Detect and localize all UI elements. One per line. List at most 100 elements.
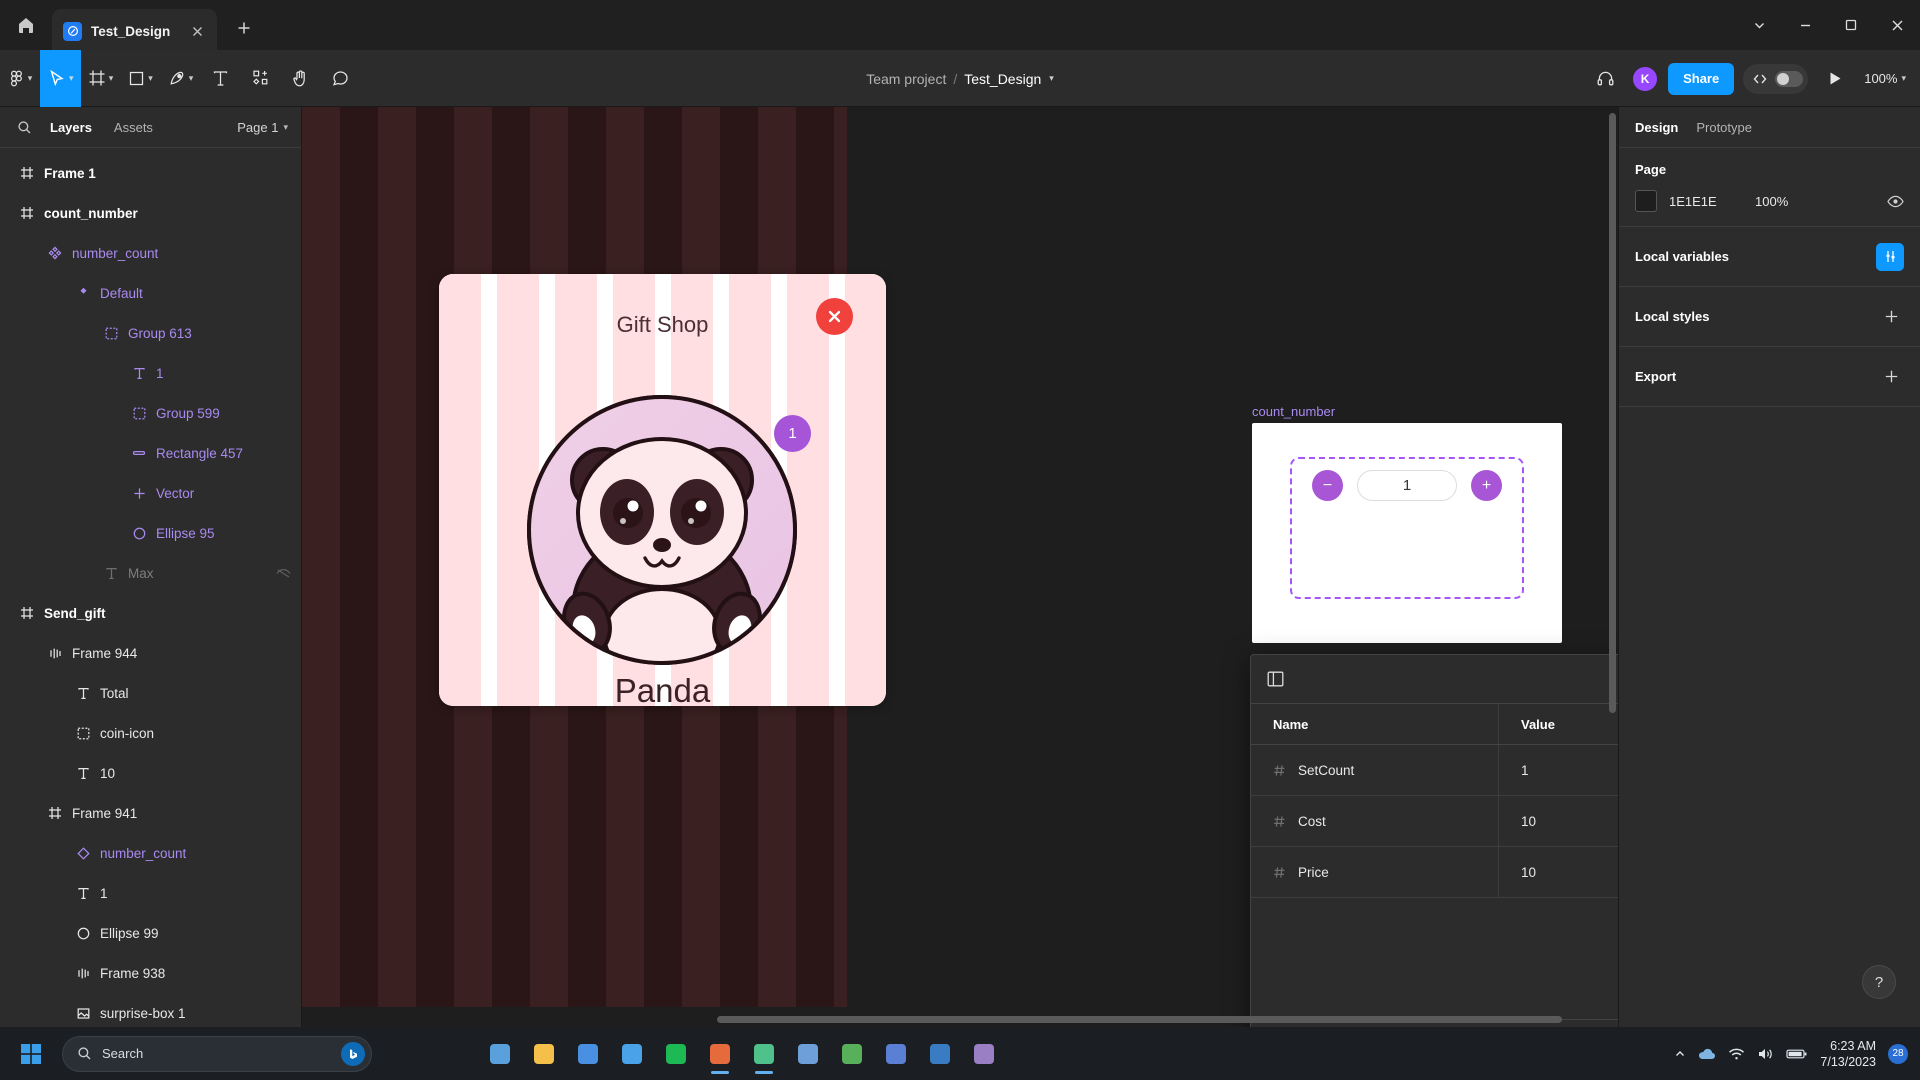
variable-row[interactable]: Price 10 [1251,847,1618,898]
page-selector[interactable]: Page 1 ▾ [237,120,292,135]
variables-modal[interactable]: Beta Name Value [1250,654,1618,1027]
breadcrumb-team[interactable]: Team project [866,71,946,87]
headphones-icon[interactable] [1588,62,1622,96]
section-local-variables[interactable]: Local variables [1619,227,1920,287]
bing-icon[interactable] [341,1041,365,1066]
text-tool-button[interactable] [201,50,241,107]
increment-button[interactable]: + [1471,470,1502,501]
count-input[interactable]: 1 [1357,470,1457,501]
decrement-button[interactable]: − [1312,470,1343,501]
photos-icon[interactable] [788,1033,828,1075]
layer-row[interactable]: Ellipse 99 [0,913,301,953]
layer-row[interactable]: Max [0,553,301,593]
opacity-value[interactable]: 100% [1755,194,1788,209]
panel-toggle-icon[interactable] [1263,667,1287,691]
toggle-switch[interactable] [1775,70,1804,87]
windows-icon[interactable] [10,1033,52,1075]
hand-tool-button[interactable] [281,50,321,107]
layer-row[interactable]: number_count [0,833,301,873]
browser-tab[interactable]: Test_Design [52,9,217,53]
variable-value-cell[interactable]: 1 [1499,745,1618,795]
sliders-icon[interactable] [1876,242,1904,271]
layer-row[interactable]: Frame 944 [0,633,301,673]
layer-row[interactable]: 10 [0,753,301,793]
breadcrumb-file[interactable]: Test_Design [964,71,1041,87]
layer-row[interactable]: Total [0,673,301,713]
figma-menu-button[interactable]: ▾ [0,50,40,107]
gift-shop-modal-artwork[interactable]: Gift Shop 1 Panda [439,274,886,706]
variable-name-cell[interactable]: Price [1251,847,1499,897]
hidden-eye-icon[interactable] [276,568,291,579]
move-tool-button[interactable]: ▾ [40,49,81,107]
avatar[interactable]: K [1631,64,1660,93]
layer-row[interactable]: Group 599 [0,393,301,433]
close-x-icon[interactable] [816,298,853,335]
layer-row[interactable]: 1 [0,873,301,913]
count-number-frame-label[interactable]: count_number [1252,404,1335,419]
outlook-icon[interactable] [920,1033,960,1075]
pen-tool-button[interactable]: ▾ [161,50,201,107]
misc-app-icon[interactable] [964,1033,1004,1075]
variable-name-cell[interactable]: Cost [1251,796,1499,846]
tab-assets[interactable]: Assets [103,112,164,142]
layer-row[interactable]: surprise-box 1 [0,993,301,1027]
layer-row[interactable]: Frame 938 [0,953,301,993]
file-explorer-icon[interactable] [524,1033,564,1075]
search-input[interactable]: Search [62,1035,372,1072]
variable-value-cell[interactable]: 10 [1499,796,1618,846]
speaker-icon[interactable] [1757,1047,1774,1061]
wifi-icon[interactable] [1728,1047,1745,1061]
close-icon[interactable] [189,23,206,40]
figma-icon[interactable] [700,1033,740,1075]
zoom-level-selector[interactable]: 100% ▾ [1860,71,1910,86]
canvas[interactable]: Gift Shop 1 Panda count_number − 1 + Nam… [302,107,1618,1027]
count-number-frame[interactable]: − 1 + [1252,423,1562,643]
resources-tool-button[interactable] [241,50,281,107]
microsoft-store-icon[interactable] [612,1033,652,1075]
layer-row[interactable]: Send_gift [0,593,301,633]
cloud-icon[interactable] [1698,1047,1716,1061]
color-swatch[interactable] [1635,190,1657,212]
variable-value-cell[interactable]: 10 [1499,847,1618,897]
section-local-styles[interactable]: Local styles [1619,287,1920,347]
layer-row[interactable]: number_count [0,233,301,273]
layer-row[interactable]: Vector [0,473,301,513]
chevron-down-icon[interactable]: ▾ [1049,73,1054,84]
new-tab-button[interactable] [227,11,261,45]
variable-row[interactable]: SetCount 1 [1251,745,1618,796]
color-hex-value[interactable]: 1E1E1E [1669,194,1743,209]
comment-tool-button[interactable] [321,50,361,107]
canvas-vertical-scrollbar[interactable] [1609,113,1616,713]
tab-prototype[interactable]: Prototype [1696,120,1752,135]
frame-tool-button[interactable]: ▾ [81,50,121,107]
layer-row[interactable]: coin-icon [0,713,301,753]
home-icon[interactable] [0,3,52,47]
app-icon[interactable] [876,1033,916,1075]
layer-row[interactable]: Ellipse 95 [0,513,301,553]
tab-design[interactable]: Design [1635,120,1678,135]
window-close-icon[interactable] [1874,0,1920,50]
notification-badge[interactable]: 28 [1888,1043,1908,1064]
section-export[interactable]: Export [1619,347,1920,407]
widgets-icon[interactable] [480,1033,520,1075]
shape-tool-button[interactable]: ▾ [121,50,161,107]
tab-layers[interactable]: Layers [39,112,103,142]
chevron-up-icon[interactable] [1674,1048,1686,1060]
chrome-icon[interactable] [568,1033,608,1075]
layer-row[interactable]: Frame 1 [0,153,301,193]
variable-row[interactable]: Cost 10 [1251,796,1618,847]
minimize-icon[interactable] [1782,0,1828,50]
eye-icon[interactable] [1887,195,1904,208]
layer-row[interactable]: Default [0,273,301,313]
terminal-icon[interactable] [744,1033,784,1075]
share-button[interactable]: Share [1668,62,1735,95]
layer-row[interactable]: Frame 941 [0,793,301,833]
spotify-icon[interactable] [656,1033,696,1075]
play-icon[interactable] [1817,62,1851,96]
variable-name-cell[interactable]: SetCount [1251,745,1499,795]
chevron-down-icon[interactable] [1736,0,1782,50]
battery-icon[interactable] [1786,1048,1808,1060]
layer-row[interactable]: 1 [0,353,301,393]
layer-row[interactable]: Group 613 [0,313,301,353]
canvas-horizontal-scrollbar[interactable] [717,1016,1562,1023]
